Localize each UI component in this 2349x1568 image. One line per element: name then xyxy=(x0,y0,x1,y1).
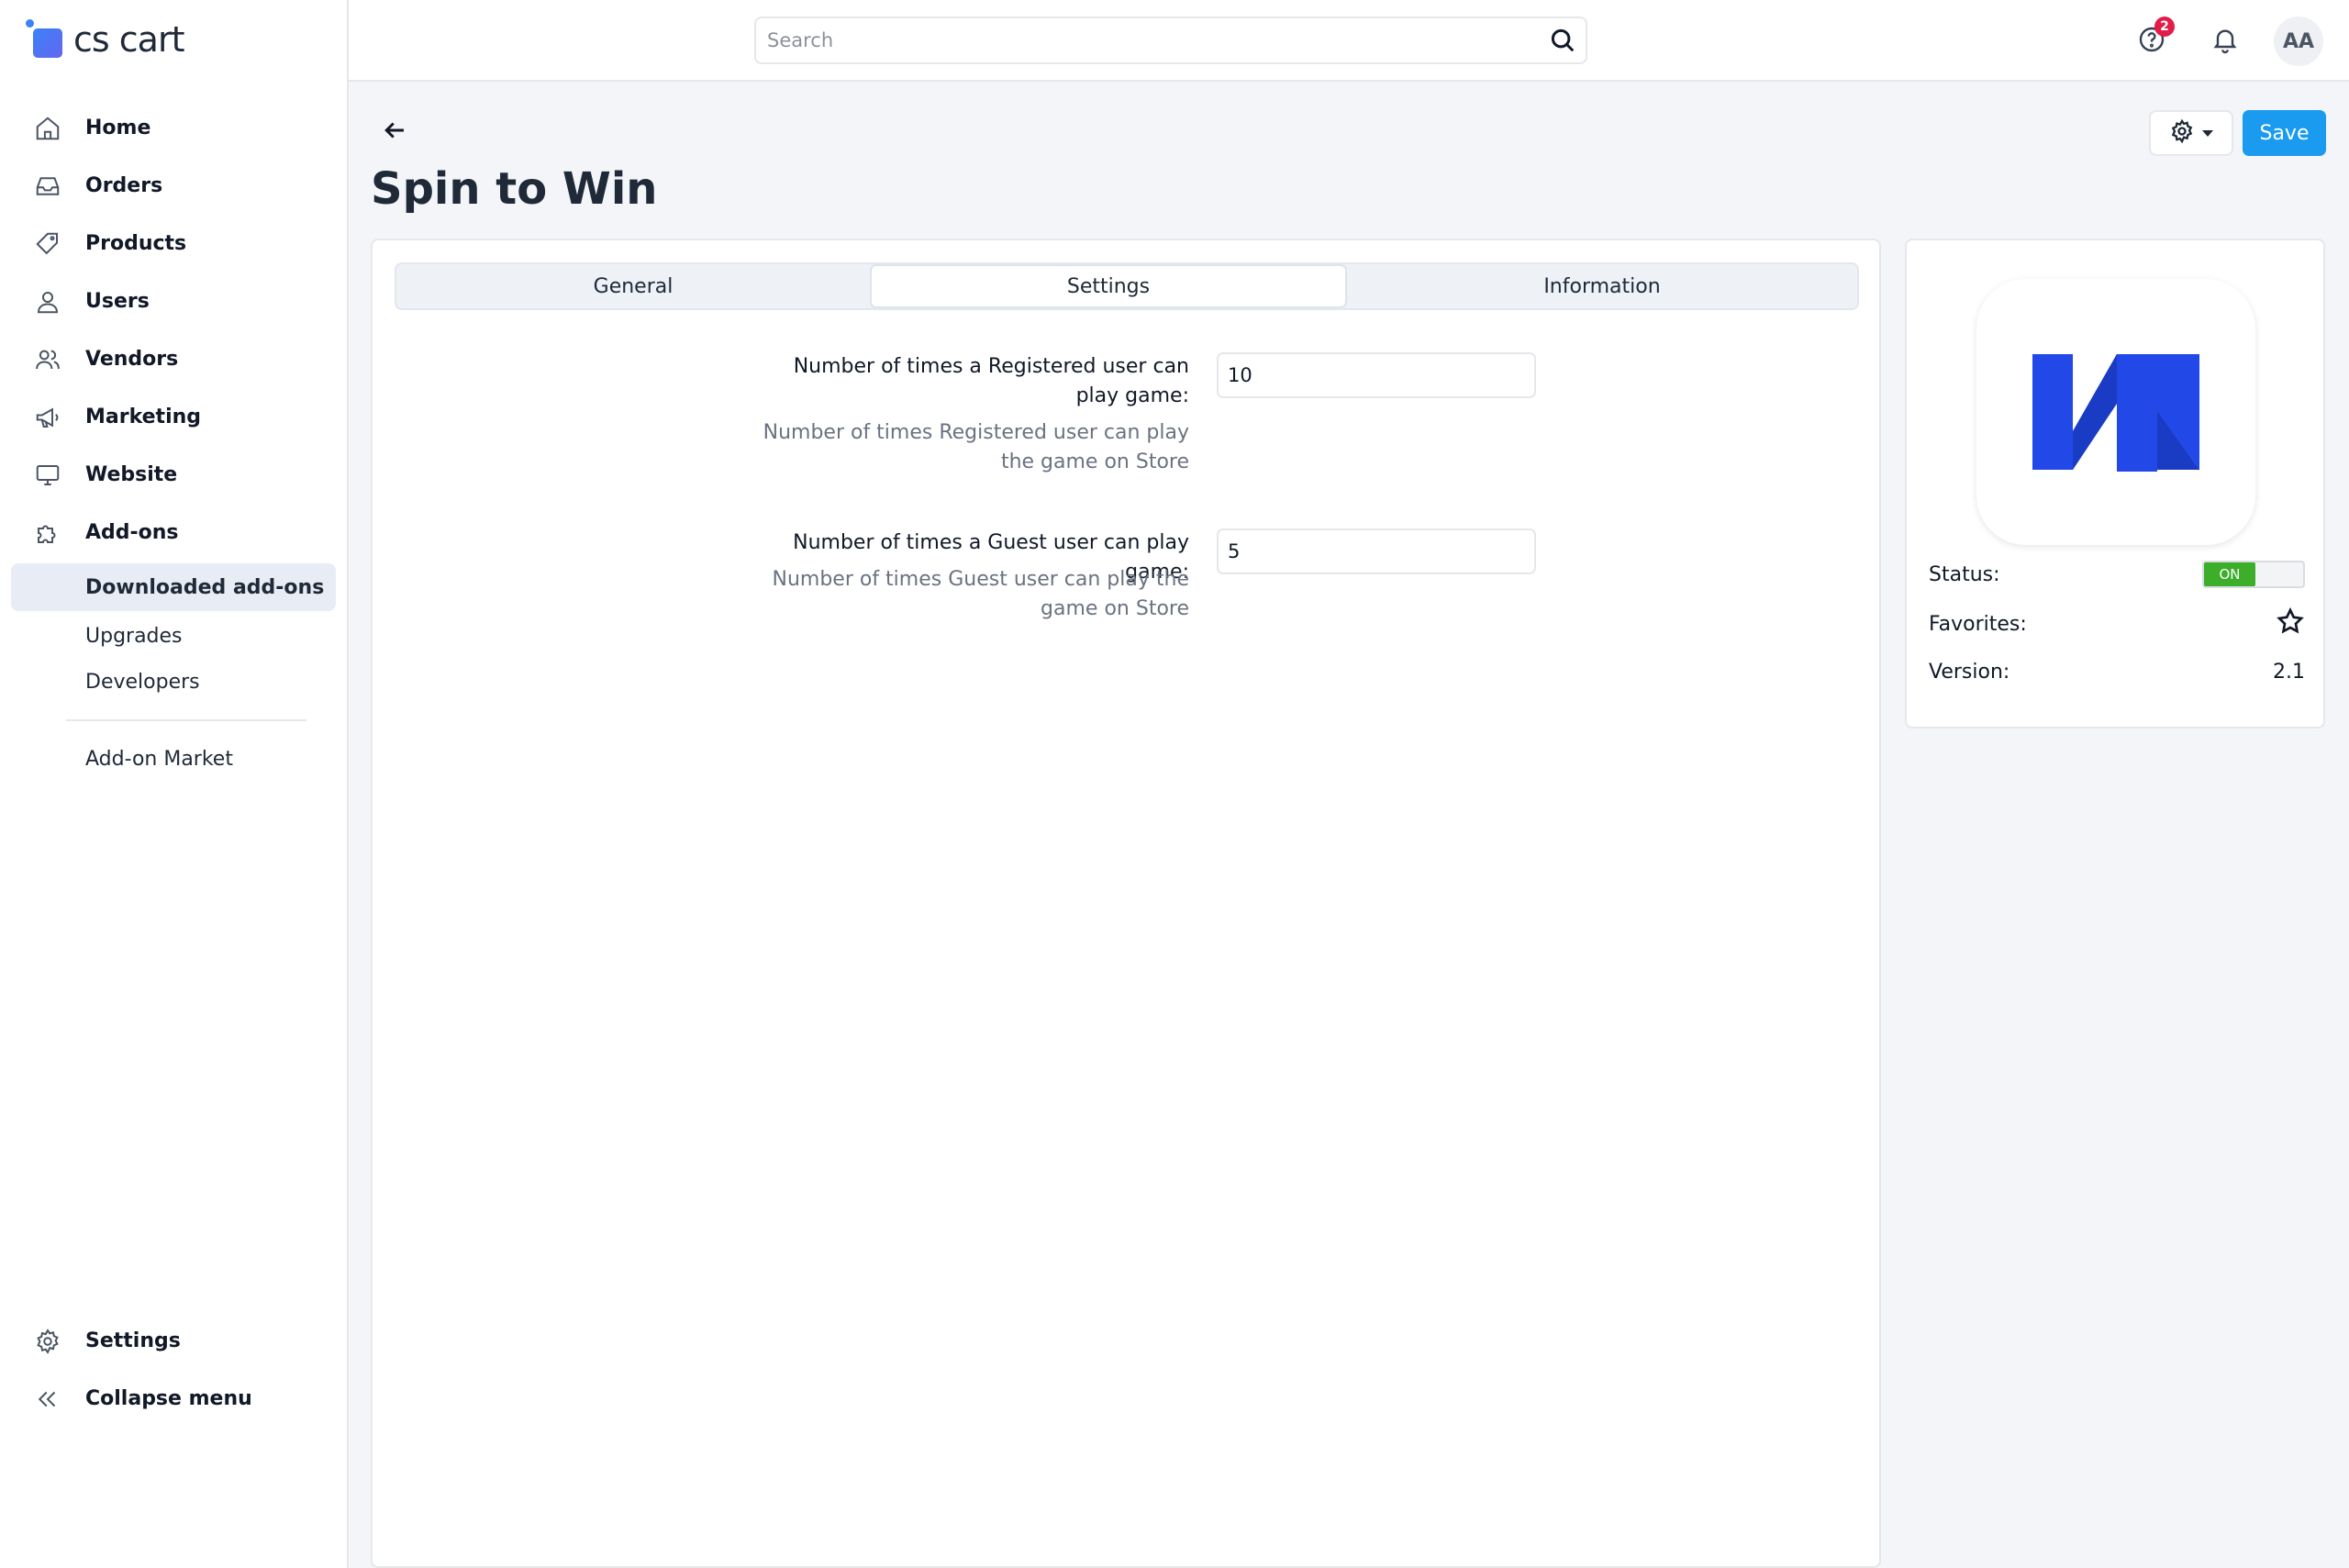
settings-panel: General Settings Information Number of t… xyxy=(371,239,1881,1568)
gear-icon xyxy=(2169,118,2195,148)
guest-plays-help: Number of times Guest user can play the … xyxy=(772,568,1189,620)
tab-information[interactable]: Information xyxy=(1347,264,1857,308)
addon-w-logo-icon xyxy=(2032,354,2199,472)
sidebar-item-add-on-market[interactable]: Add-on Market xyxy=(0,736,347,782)
status-on-label: ON xyxy=(2204,562,2255,586)
sidebar-item-label: Orders xyxy=(85,174,163,197)
topbar: 2 AA xyxy=(349,0,2349,82)
status-label: Status: xyxy=(1929,562,2000,586)
sidebar-item-label: Vendors xyxy=(85,348,179,371)
sidebar-bottom: Settings Collapse menu xyxy=(0,1312,347,1428)
add-ons-submenu: Downloaded add-ons Upgrades Developers A… xyxy=(0,563,347,782)
star-icon[interactable] xyxy=(2276,606,2305,641)
sidebar-item-products[interactable]: Products xyxy=(0,215,347,272)
sidebar-item-label: Website xyxy=(85,463,178,486)
guest-plays-field: Number of times a Guest user can play ga… xyxy=(395,528,1536,639)
tab-bar: General Settings Information xyxy=(395,262,1859,310)
main-nav: Home Orders Products Users Vendors Marke… xyxy=(0,99,347,782)
user-icon xyxy=(33,287,62,317)
sidebar-item-downloaded-add-ons[interactable]: Downloaded add-ons xyxy=(11,563,336,611)
version-label: Version: xyxy=(1929,660,2010,684)
search-input[interactable] xyxy=(756,20,1540,61)
sidebar-item-vendors[interactable]: Vendors xyxy=(0,330,347,388)
users-icon xyxy=(33,345,62,374)
bell-icon xyxy=(2210,25,2240,58)
arrow-left-icon xyxy=(381,117,408,148)
registered-plays-label: Number of times a Registered user can pl… xyxy=(793,355,1189,407)
status-row: Status: ON xyxy=(1929,556,2305,593)
topbar-actions: 2 AA xyxy=(2103,17,2323,66)
addon-logo xyxy=(1976,279,2255,545)
settings-dropdown-button[interactable] xyxy=(2149,110,2233,156)
sidebar-item-settings[interactable]: Settings xyxy=(0,1312,347,1370)
logo-text: cs cart xyxy=(73,19,184,60)
version-row: Version: 2.1 xyxy=(1929,653,2305,690)
back-button[interactable] xyxy=(378,116,411,149)
guest-plays-input[interactable] xyxy=(1217,528,1536,574)
sidebar-item-users[interactable]: Users xyxy=(0,272,347,330)
tag-icon xyxy=(33,229,62,259)
sidebar-item-orders[interactable]: Orders xyxy=(0,157,347,215)
sidebar-item-add-ons[interactable]: Add-ons xyxy=(0,504,347,562)
tab-settings[interactable]: Settings xyxy=(870,264,1347,308)
logo-mark-icon xyxy=(24,19,64,60)
inbox-icon xyxy=(33,172,62,201)
version-value: 2.1 xyxy=(2273,660,2305,684)
sidebar-item-developers[interactable]: Developers xyxy=(0,659,347,705)
sidebar: cs cart Home Orders Products Users Vendo… xyxy=(0,0,349,1568)
sidebar-item-label: Settings xyxy=(85,1329,181,1352)
megaphone-icon xyxy=(33,403,62,432)
monitor-icon xyxy=(33,461,62,490)
help-button[interactable]: 2 xyxy=(2127,17,2176,66)
status-toggle[interactable]: ON xyxy=(2202,561,2305,588)
sidebar-item-upgrades[interactable]: Upgrades xyxy=(0,613,347,659)
sidebar-item-marketing[interactable]: Marketing xyxy=(0,388,347,446)
sidebar-item-label: Users xyxy=(85,290,150,313)
home-icon xyxy=(33,114,62,143)
submenu-divider xyxy=(66,719,306,721)
search-icon[interactable] xyxy=(1540,20,1586,61)
notifications-button[interactable] xyxy=(2200,17,2250,66)
sidebar-item-home[interactable]: Home xyxy=(0,99,347,157)
addon-info-card: Status: ON Favorites: Version: 2.1 xyxy=(1905,239,2325,728)
favorites-label: Favorites: xyxy=(1929,612,2027,636)
registered-plays-field: Number of times a Registered user can pl… xyxy=(395,352,1536,499)
sidebar-item-website[interactable]: Website xyxy=(0,446,347,504)
search-box xyxy=(754,17,1587,64)
avatar[interactable]: AA xyxy=(2274,17,2323,66)
save-button[interactable]: Save xyxy=(2243,110,2326,156)
collapse-menu-label: Collapse menu xyxy=(85,1387,252,1410)
puzzle-icon xyxy=(33,518,62,548)
cs-cart-logo[interactable]: cs cart xyxy=(24,17,184,62)
sidebar-item-label: Marketing xyxy=(85,406,202,428)
collapse-menu-button[interactable]: Collapse menu xyxy=(0,1370,347,1428)
sidebar-item-label: Products xyxy=(85,232,187,255)
double-chevron-left-icon xyxy=(33,1385,62,1414)
page-title: Spin to Win xyxy=(371,163,658,215)
sidebar-item-label: Home xyxy=(85,117,151,139)
gear-icon xyxy=(33,1327,62,1356)
registered-plays-help: Number of times Registered user can play… xyxy=(763,421,1189,473)
favorites-row: Favorites: xyxy=(1929,606,2305,642)
tab-general[interactable]: General xyxy=(396,264,870,308)
caret-down-icon xyxy=(2202,129,2213,137)
registered-plays-input[interactable] xyxy=(1217,352,1536,398)
notification-badge: 2 xyxy=(2154,17,2175,37)
sidebar-item-label: Add-ons xyxy=(85,521,179,544)
